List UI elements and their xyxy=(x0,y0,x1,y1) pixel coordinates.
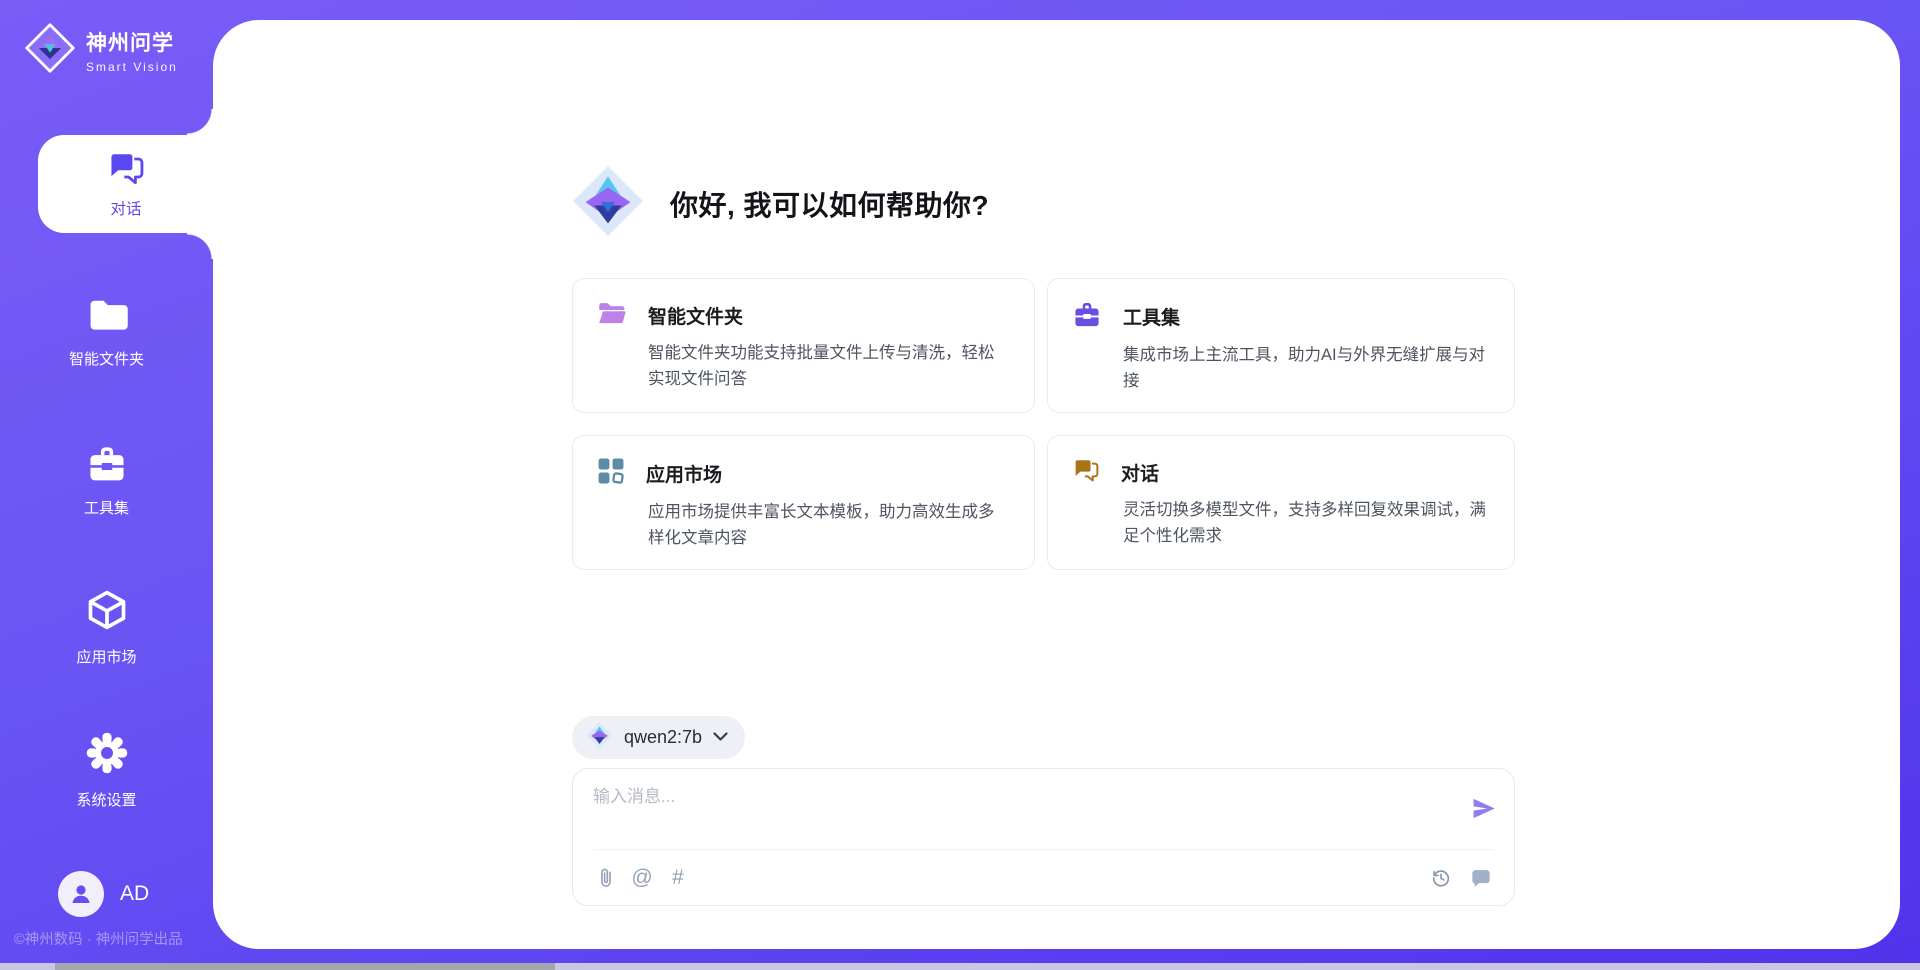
sidebar-item-label: 智能文件夹 xyxy=(69,348,144,369)
chevron-down-icon xyxy=(713,729,728,747)
sidebar-item-toolbox[interactable]: 工具集 xyxy=(0,443,213,518)
message-input[interactable] xyxy=(593,782,1453,842)
app-grid-icon xyxy=(597,457,625,490)
send-button[interactable] xyxy=(1468,793,1498,823)
card-title: 工具集 xyxy=(1123,303,1180,330)
brand-diamond-icon xyxy=(24,22,76,79)
user-initials: AD xyxy=(120,882,149,906)
card-description: 集成市场上主流工具，助力AI与外界无缝扩展与对接 xyxy=(1123,343,1490,394)
folder-icon xyxy=(86,296,128,339)
card-chat[interactable]: 对话 灵活切换多模型文件，支持多样回复效果调试，满足个性化需求 xyxy=(1047,435,1515,570)
briefcase-icon xyxy=(1072,300,1102,333)
card-description: 应用市场提供丰富长文本模板，助力高效生成多样化文章内容 xyxy=(648,500,1010,551)
horizontal-scrollbar xyxy=(0,963,1920,970)
copyright-text: ©神州数码 · 神州问学出品 xyxy=(14,928,183,949)
cube-icon xyxy=(85,588,129,637)
card-title: 应用市场 xyxy=(646,460,722,487)
user-avatar-icon xyxy=(58,871,104,917)
card-app-market[interactable]: 应用市场 应用市场提供丰富长文本模板，助力高效生成多样化文章内容 xyxy=(572,435,1035,570)
open-folder-icon xyxy=(597,300,627,331)
sidebar-item-smart-folder[interactable]: 智能文件夹 xyxy=(0,296,213,369)
toolbox-icon xyxy=(86,443,128,488)
history-icon[interactable] xyxy=(1428,865,1454,891)
sidebar-item-label: 工具集 xyxy=(84,497,129,518)
tab-fillet-top xyxy=(187,109,213,135)
brand-logo: 神州问学 Smart Vision xyxy=(24,22,178,79)
sidebar-item-label: 对话 xyxy=(110,197,141,219)
horizontal-scrollbar-thumb[interactable] xyxy=(55,963,555,970)
sidebar-item-label: 系统设置 xyxy=(76,789,136,810)
card-toolbox[interactable]: 工具集 集成市场上主流工具，助力AI与外界无缝扩展与对接 xyxy=(1047,278,1515,413)
attachment-icon[interactable] xyxy=(593,865,619,891)
message-composer: @ # xyxy=(572,768,1515,906)
card-smart-folder[interactable]: 智能文件夹 智能文件夹功能支持批量文件上传与清洗，轻松实现文件问答 xyxy=(572,278,1035,413)
chat-bubbles-icon xyxy=(1072,457,1100,488)
quick-phrases-icon[interactable] xyxy=(1468,865,1494,891)
model-selector[interactable]: qwen2:7b xyxy=(572,716,745,759)
brand-subtitle: Smart Vision xyxy=(86,60,178,74)
user-account[interactable]: AD xyxy=(58,871,149,917)
sidebar-item-label: 应用市场 xyxy=(76,646,136,667)
app-window: 神州问学 Smart Vision 对话 智能文件夹 xyxy=(0,0,1920,970)
sidebar-item-app-market[interactable]: 应用市场 xyxy=(0,588,213,667)
topic-icon[interactable]: # xyxy=(665,865,691,891)
gear-icon xyxy=(85,731,129,780)
model-name: qwen2:7b xyxy=(624,727,702,748)
chat-icon xyxy=(106,150,146,191)
brand-name: 神州问学 xyxy=(86,27,178,57)
tab-fillet-bottom xyxy=(187,233,213,259)
feature-cards: 智能文件夹 智能文件夹功能支持批量文件上传与清洗，轻松实现文件问答 xyxy=(572,278,1515,570)
model-logo-icon xyxy=(586,722,613,754)
mention-icon[interactable]: @ xyxy=(629,865,655,891)
card-title: 智能文件夹 xyxy=(648,302,743,329)
greeting-title: 你好, 我可以如何帮助你? xyxy=(670,184,989,224)
greeting-block: 你好, 我可以如何帮助你? xyxy=(572,165,989,242)
card-title: 对话 xyxy=(1121,459,1159,486)
sidebar-item-chat[interactable]: 对话 xyxy=(38,135,214,233)
main-panel: 你好, 我可以如何帮助你? 智能文件夹 智能文件夹功能支持批量文件上 xyxy=(213,20,1900,949)
card-description: 灵活切换多模型文件，支持多样回复效果调试，满足个性化需求 xyxy=(1123,498,1490,549)
sidebar-item-settings[interactable]: 系统设置 xyxy=(0,731,213,810)
assistant-logo-icon xyxy=(572,165,644,242)
card-description: 智能文件夹功能支持批量文件上传与清洗，轻松实现文件问答 xyxy=(648,341,1010,392)
